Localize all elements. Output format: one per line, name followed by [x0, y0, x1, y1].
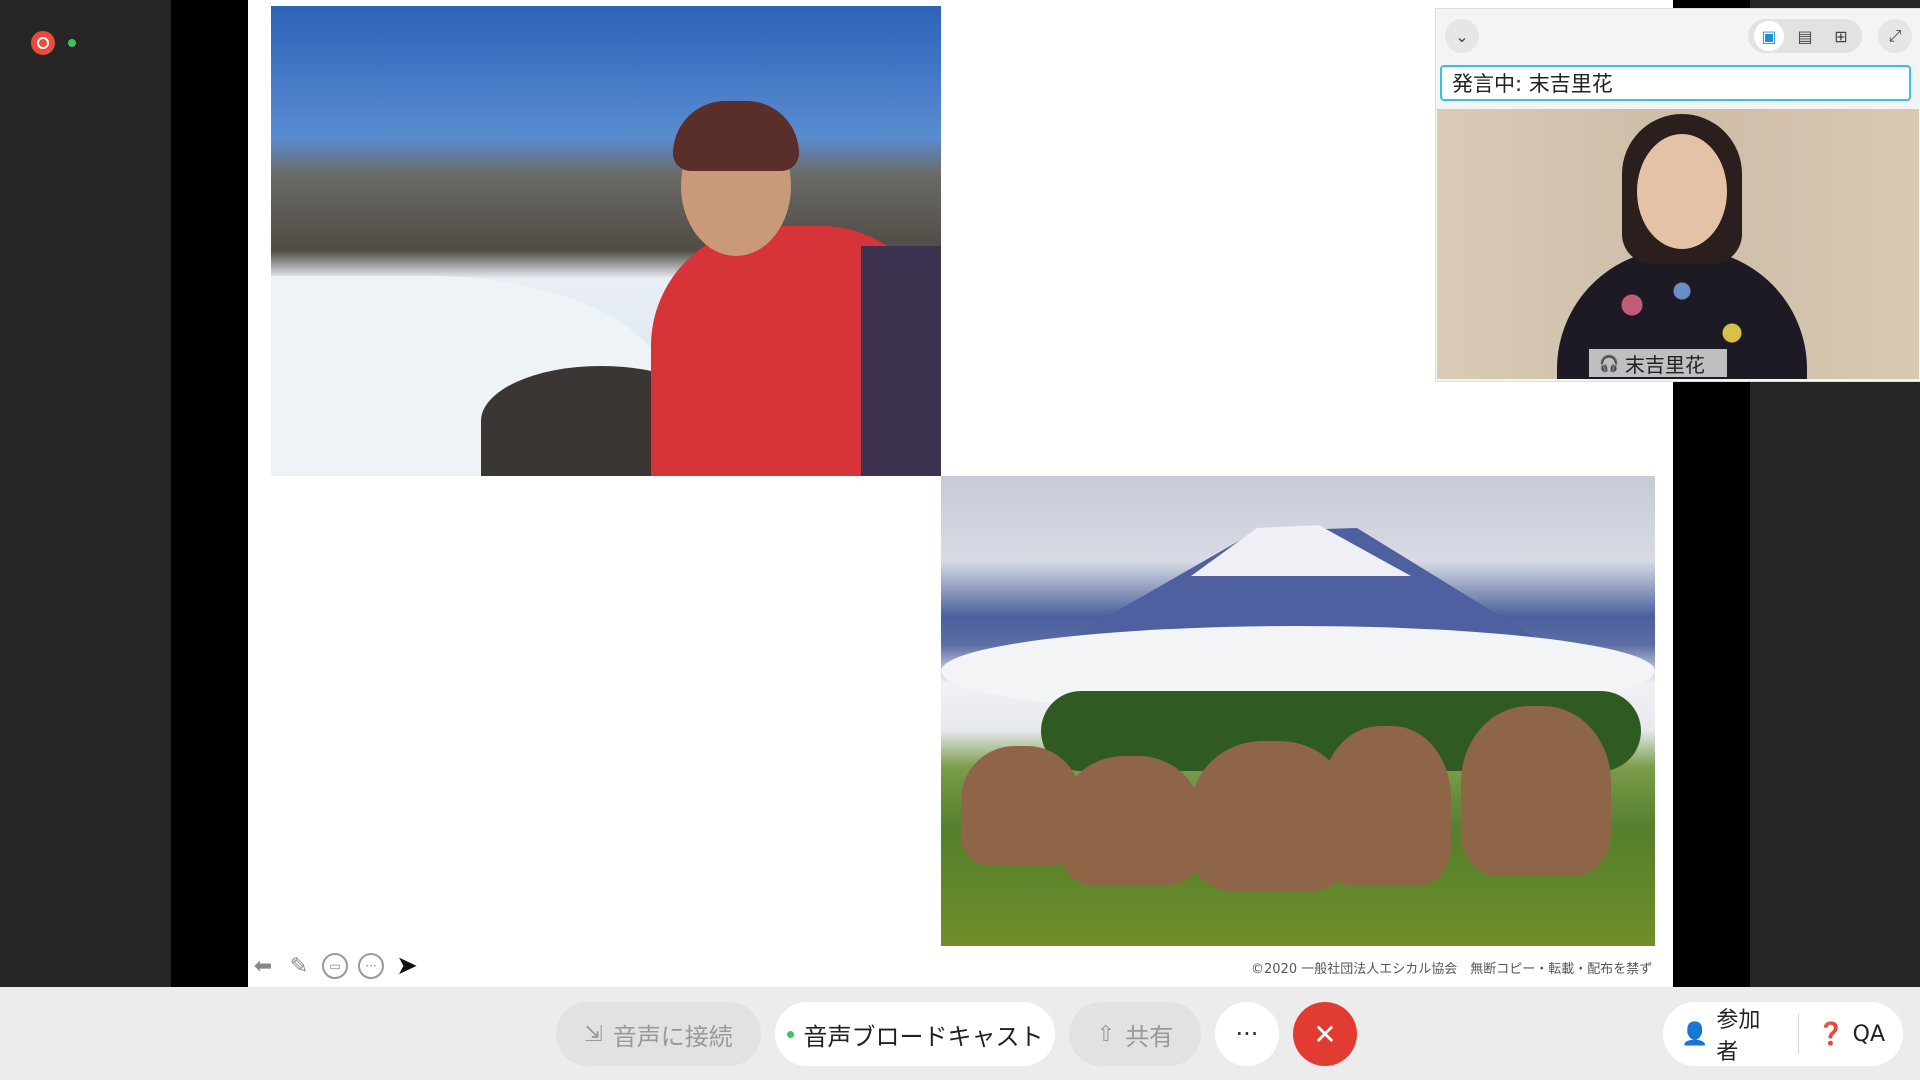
photo-mountain-portrait	[271, 6, 941, 476]
caption-icon[interactable]: ▭	[322, 953, 348, 979]
phone-connect-icon: ⇲	[584, 1021, 603, 1047]
audio-icon: 🎧	[1599, 353, 1619, 373]
more-button[interactable]: ···	[1215, 1002, 1279, 1066]
participant-video[interactable]: 🎧 末吉里花	[1437, 109, 1919, 379]
right-controls: 👤 参加者 ❓ QA	[1663, 1002, 1903, 1066]
question-icon: ❓	[1817, 1021, 1845, 1047]
qa-button[interactable]: ❓ QA	[1799, 1022, 1903, 1047]
grid-layout-icon[interactable]: ⊞	[1826, 21, 1856, 51]
close-icon: ✕	[1313, 1017, 1337, 1051]
slide-tools: ⬅ ✎ ▭ ··· ➤	[250, 951, 420, 981]
participant-name: 末吉里花	[1624, 352, 1705, 377]
recording-icon[interactable]	[31, 31, 55, 55]
broadcast-dot-icon	[786, 1030, 794, 1038]
layout-switcher: ▣ ▤ ⊞	[1748, 19, 1862, 53]
share-label: 共有	[1125, 1022, 1174, 1051]
back-arrow-icon[interactable]: ⬅	[250, 953, 276, 979]
audio-broadcast-button[interactable]: 音声ブロードキャスト	[775, 1002, 1055, 1066]
connect-audio-label: 音声に接続	[612, 1022, 733, 1051]
bottom-toolbar: ⇲ 音声に接続 音声ブロードキャスト ⇧ 共有 ··· ✕ 👤 参加者 ❓ QA	[0, 987, 1920, 1080]
share-button[interactable]: ⇧ 共有	[1069, 1002, 1201, 1066]
speaking-indicator: 発言中: 末吉里花	[1440, 65, 1911, 101]
copyright-text: ©2020 一般社団法人エシカル協会 無断コピー・転載・配布を禁ず	[1251, 962, 1653, 977]
audio-broadcast-label: 音声ブロードキャスト	[803, 1022, 1044, 1051]
share-icon: ⇧	[1096, 1021, 1116, 1047]
video-panel: ⌄ ▣ ▤ ⊞ ⤢ 発言中: 末吉里花 🎧 末吉里花	[1435, 8, 1920, 382]
participant-name-tag: 🎧 末吉里花	[1589, 349, 1727, 377]
pip-layout-icon[interactable]: ▣	[1754, 21, 1784, 51]
connect-audio-button[interactable]: ⇲ 音声に接続	[556, 1002, 761, 1066]
more-tools-icon[interactable]: ···	[358, 953, 384, 979]
pen-icon[interactable]: ✎	[286, 953, 312, 979]
pointer-icon[interactable]: ➤	[394, 951, 420, 981]
letterbox-left	[171, 0, 248, 987]
participants-button[interactable]: 👤 参加者	[1663, 1002, 1798, 1066]
stage-layout-icon[interactable]: ▤	[1790, 21, 1820, 51]
person-icon: 👤	[1681, 1021, 1709, 1047]
chevron-down-icon[interactable]: ⌄	[1445, 19, 1479, 53]
photo-kilimanjaro-elephants	[941, 476, 1655, 946]
left-panel	[0, 0, 171, 987]
participants-label: 参加者	[1716, 1008, 1761, 1065]
leave-button[interactable]: ✕	[1293, 1002, 1357, 1066]
qa-label: QA	[1852, 1021, 1885, 1047]
status-dot-icon	[68, 39, 76, 47]
expand-icon[interactable]: ⤢	[1878, 19, 1912, 53]
